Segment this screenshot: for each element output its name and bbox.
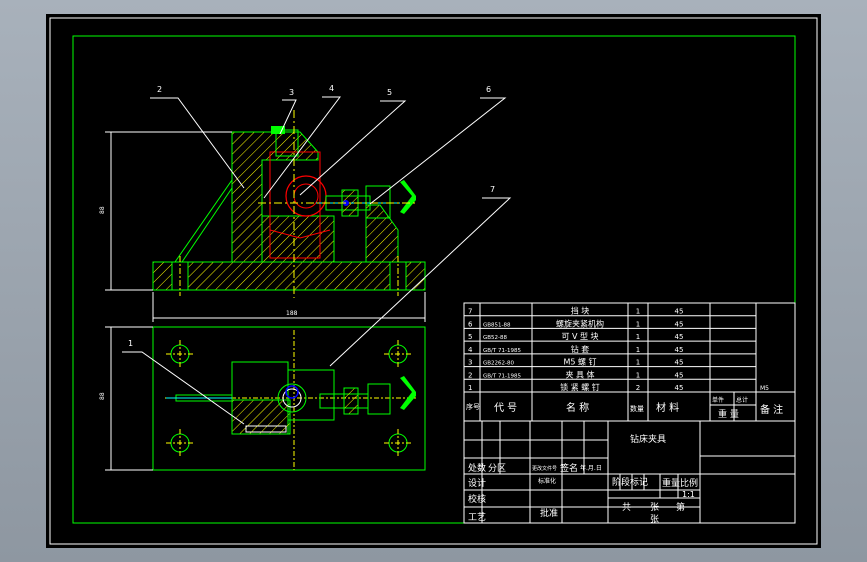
parts-cell-material: 45 [675, 320, 684, 328]
tb-label-approval: 批准 [540, 507, 558, 519]
dimension-width-label: 188 [286, 310, 298, 317]
parts-cell-no: 6 [468, 320, 473, 328]
header-qty: 数量 [630, 404, 644, 413]
drawing-title: 钻床夹具 [630, 433, 666, 445]
parts-cell-material: 45 [675, 359, 684, 367]
parts-cell-name: 可 V 型 块 [561, 331, 598, 341]
parts-cell-material: 45 [675, 346, 684, 354]
parts-cell-name: 钻 套 [571, 344, 590, 354]
balloon-1: 1 [128, 339, 133, 348]
parts-cell-code: GB2262-80 [483, 361, 515, 367]
balloon-5: 5 [387, 88, 392, 97]
base-plate-section [152, 261, 426, 291]
tb-label-sheet2: 张 [650, 514, 659, 525]
parts-cell-qty: 1 [636, 371, 640, 379]
balloon-2: 2 [157, 85, 162, 94]
balloon-4: 4 [329, 84, 334, 93]
header-code: 代 号 [494, 402, 517, 414]
parts-cell-name: 锁 紧 螺 钉 [560, 382, 600, 392]
dimension-height-label: 88 [99, 206, 106, 214]
header-no: 序号 [466, 402, 480, 411]
tb-label-checker: 校核 [468, 493, 486, 505]
tb-label-process: 工艺 [468, 512, 486, 523]
parts-cell-material: 45 [675, 308, 684, 316]
top-body-section [231, 399, 291, 435]
tb-label-sheet: 张 [650, 502, 659, 513]
dimension-depth-label: 88 [99, 392, 106, 400]
parts-cell-qty: 1 [636, 320, 640, 328]
header-material: 材 料 [656, 401, 679, 414]
tb-label-signature: 签名 [560, 462, 578, 474]
parts-cell-note: M5 [760, 385, 769, 392]
parts-cell-no: 5 [468, 333, 472, 341]
support-block [261, 215, 335, 263]
parts-cell-no: 1 [468, 384, 472, 392]
tb-label-date: 年.月.日 [580, 464, 602, 472]
tb-label-document: 更改文件号 [532, 465, 557, 472]
parts-cell-name: 挡 块 [571, 306, 590, 316]
parts-cell-no: 7 [468, 308, 472, 316]
parts-cell-material: 45 [675, 384, 684, 392]
parts-cell-material: 45 [675, 333, 684, 341]
tb-scale-value: 1:1 [682, 490, 695, 499]
parts-cell-qty: 1 [636, 359, 640, 367]
balloon-6: 6 [486, 85, 491, 94]
parts-cell-no: 2 [468, 371, 472, 379]
parts-cell-material: 45 [675, 371, 684, 379]
tb-label-revision: 处数 [468, 462, 486, 474]
cad-viewport[interactable]: 88 188 88 2 3 4 5 6 7 1 7 挡 块 1 45 6 GB8… [0, 0, 867, 562]
tb-label-standardization: 标准化 [538, 477, 556, 485]
drawing-sheet[interactable]: 88 188 88 2 3 4 5 6 7 1 7 挡 块 1 456 GB85… [0, 0, 867, 562]
parts-cell-qty: 2 [636, 384, 640, 392]
parts-cell-name: M5 螺 钉 [563, 357, 596, 367]
tb-label-zone: 分区 [488, 463, 506, 474]
tb-label-weight: 重量 [662, 477, 680, 489]
tb-label-stage-mark: 阶段标记 [612, 476, 648, 488]
parts-cell-name: 螺旋夹紧机构 [556, 318, 604, 328]
parts-cell-qty: 1 [636, 346, 640, 354]
parts-cell-code: GB52-88 [483, 335, 508, 341]
header-name: 名 称 [566, 401, 589, 414]
header-weight: 重 量 [718, 408, 739, 420]
header-unit-weight: 单件 [712, 396, 724, 404]
parts-cell-qty: 1 [636, 333, 640, 341]
top-clamp-nut [343, 387, 359, 415]
balloon-3: 3 [289, 88, 294, 97]
tb-label-scale: 比例 [680, 477, 698, 489]
parts-cell-code: GB851-88 [483, 322, 511, 328]
parts-cell-qty: 1 [636, 308, 640, 316]
tb-label-designer: 设计 [468, 477, 486, 489]
tb-label-sheet-no: 第 [676, 501, 685, 513]
parts-cell-name: 夹 具 体 [565, 369, 594, 379]
header-total-weight: 总计 [736, 396, 748, 404]
balloon-7: 7 [490, 185, 495, 194]
parts-cell-no: 4 [468, 346, 473, 354]
header-note: 备 注 [760, 403, 783, 416]
tb-label-total: 共 [622, 502, 631, 513]
parts-cell-code: GB/T 71-1985 [483, 348, 521, 354]
parts-cell-no: 3 [468, 359, 472, 367]
parts-cell-code: GB/T 71-1985 [483, 373, 521, 379]
